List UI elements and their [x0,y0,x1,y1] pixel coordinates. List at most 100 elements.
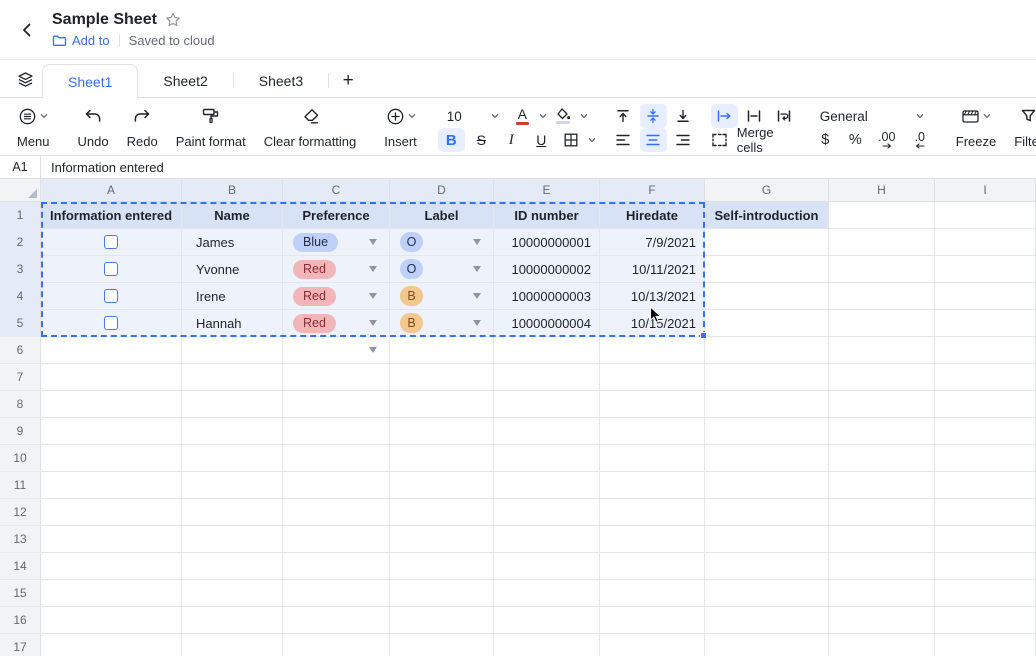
grid-cell[interactable] [935,445,1036,472]
grid-cell[interactable] [390,526,494,553]
align-center-button[interactable] [640,128,667,152]
cell-d3[interactable]: O [390,256,494,283]
grid-cell[interactable] [600,607,705,634]
undo-button[interactable]: Undo [69,102,118,151]
cell-a1[interactable]: Information entered [41,202,182,229]
grid-cell[interactable] [41,445,182,472]
grid-cell[interactable] [494,364,600,391]
grid-cell[interactable] [41,580,182,607]
select-all-corner[interactable] [0,179,41,202]
row-header-11[interactable]: 11 [0,472,41,499]
cell-c3[interactable]: Red [283,256,390,283]
grid-cell[interactable] [829,607,935,634]
cell-f6[interactable] [600,337,705,364]
star-icon[interactable] [165,12,181,28]
grid-cell[interactable] [829,472,935,499]
grid-cell[interactable] [494,526,600,553]
cell-e2[interactable]: 10000000001 [494,229,600,256]
column-header-i[interactable]: I [935,179,1036,202]
grid-cell[interactable] [494,391,600,418]
grid-cell[interactable] [935,364,1036,391]
cell-f2[interactable]: 7/9/2021 [600,229,705,256]
grid-cell[interactable] [705,499,829,526]
cell-d5[interactable]: B [390,310,494,337]
dropdown-arrow-icon[interactable] [473,239,481,245]
grid-cell[interactable] [182,526,283,553]
cell-b4[interactable]: Irene [182,283,283,310]
grid-cell[interactable] [41,634,182,656]
grid-cell[interactable] [283,418,390,445]
row-header-9[interactable]: 9 [0,418,41,445]
grid-cell[interactable] [494,607,600,634]
row-header-10[interactable]: 10 [0,445,41,472]
cell-a3[interactable] [41,256,182,283]
menu-button[interactable]: Menu [8,102,59,151]
grid-cell[interactable] [182,418,283,445]
align-left-button[interactable] [610,128,637,152]
chevron-down-icon[interactable] [539,113,547,119]
grid-cell[interactable] [705,526,829,553]
grid-cell[interactable] [390,472,494,499]
dropdown-arrow-icon[interactable] [473,320,481,326]
text-clip-button[interactable] [741,104,768,128]
cell-c5[interactable]: Red [283,310,390,337]
grid-cell[interactable] [600,634,705,656]
grid-cell[interactable] [390,580,494,607]
cell-a5[interactable] [41,310,182,337]
back-button[interactable] [10,13,44,47]
cell-d4[interactable]: B [390,283,494,310]
cell-a2[interactable] [41,229,182,256]
strikethrough-button[interactable]: S [468,128,495,152]
cell-a6[interactable] [41,337,182,364]
grid-cell[interactable] [390,391,494,418]
grid-cell[interactable] [182,472,283,499]
row-header-1[interactable]: 1 [0,202,41,229]
row-header-7[interactable]: 7 [0,364,41,391]
bold-button[interactable]: B [438,128,465,152]
tab-sheet3[interactable]: Sheet3 [234,64,328,97]
grid-cell[interactable] [705,418,829,445]
decrease-decimal-button[interactable]: .0 [905,128,935,152]
grid-cell[interactable] [182,634,283,656]
cell-h6[interactable] [829,337,935,364]
number-format-select[interactable]: General [812,104,930,128]
cell-a4[interactable] [41,283,182,310]
grid-cell[interactable] [494,445,600,472]
grid-cell[interactable] [705,364,829,391]
grid-cell[interactable] [705,553,829,580]
cell-g4[interactable] [705,283,829,310]
cell-g5[interactable] [705,310,829,337]
grid-cell[interactable] [41,499,182,526]
cell-b1[interactable]: Name [182,202,283,229]
grid-cell[interactable] [182,445,283,472]
row-header-4[interactable]: 4 [0,283,41,310]
dropdown-arrow-icon[interactable] [369,293,377,299]
column-header-d[interactable]: D [390,179,494,202]
cell-d6[interactable] [390,337,494,364]
grid-cell[interactable] [283,526,390,553]
fill-handle[interactable] [700,332,707,339]
grid-cell[interactable] [705,445,829,472]
redo-button[interactable]: Redo [118,102,167,151]
grid-cell[interactable] [283,553,390,580]
cell-b2[interactable]: James [182,229,283,256]
cell-b5[interactable]: Hannah [182,310,283,337]
grid-cell[interactable] [600,418,705,445]
merge-cells-button[interactable]: Merge cells [711,128,798,152]
cell-d1[interactable]: Label [390,202,494,229]
cell-c2[interactable]: Blue [283,229,390,256]
cell-h1[interactable] [829,202,935,229]
checkbox[interactable] [104,235,118,249]
column-header-c[interactable]: C [283,179,390,202]
grid-cell[interactable] [705,580,829,607]
cell-i4[interactable] [935,283,1036,310]
grid-cell[interactable] [41,472,182,499]
column-header-a[interactable]: A [41,179,182,202]
grid-cell[interactable] [182,553,283,580]
row-header-8[interactable]: 8 [0,391,41,418]
grid-cell[interactable] [829,580,935,607]
grid-cell[interactable] [494,580,600,607]
cell-e3[interactable]: 10000000002 [494,256,600,283]
freeze-button[interactable]: Freeze [947,102,1005,151]
dropdown-arrow-icon[interactable] [369,320,377,326]
